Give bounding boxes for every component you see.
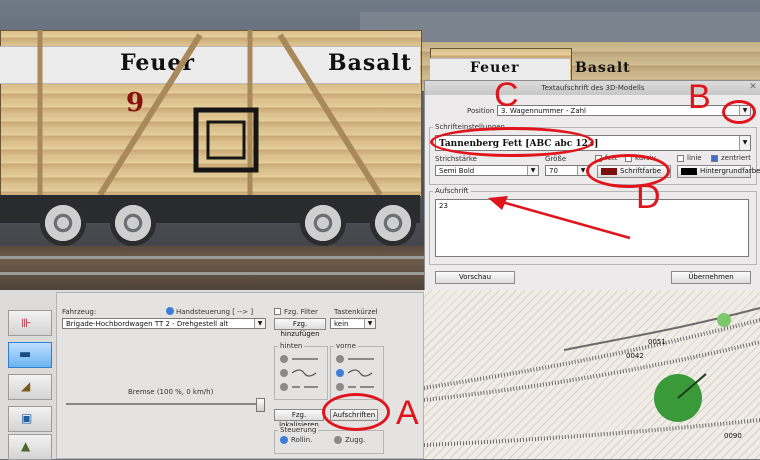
manual-control-radio[interactable] <box>166 307 174 315</box>
filter-checkbox[interactable] <box>274 308 281 315</box>
background-color-button[interactable]: Hintergrundfarbe <box>677 165 760 178</box>
sidebar-track-tool[interactable]: ⊪ <box>8 310 52 336</box>
wheel <box>370 200 416 246</box>
size-select[interactable]: 70 ▼ <box>545 165 589 176</box>
chevron-down-icon[interactable]: ▼ <box>364 319 375 328</box>
wheel <box>110 200 156 246</box>
wheel <box>40 200 86 246</box>
annotation-arrow <box>488 196 631 240</box>
annotation-ellipse-font <box>430 127 594 157</box>
track-map[interactable]: 0051 0042 0090 <box>424 290 760 459</box>
style-select[interactable]: Semi Bold ▼ <box>435 165 539 176</box>
chevron-down-icon[interactable]: ▼ <box>527 166 538 175</box>
filter-label: Fzg. Filter <box>284 308 318 316</box>
vehicle-select-value: Brigade-Hochbordwagen TT 2 - Drehgestell… <box>66 320 229 328</box>
style-label: Strichstärke <box>435 155 477 163</box>
key-label: Tastenkürzel <box>334 308 378 316</box>
sidebar-signal-tool[interactable]: ▣ <box>8 406 52 432</box>
rear-group-label: hinten <box>278 342 305 350</box>
sidebar-landscape-tool[interactable]: ▲ <box>8 434 52 460</box>
vehicle-label: Fahrzeug: <box>62 308 97 316</box>
background-color-label: Hintergrundfarbe <box>700 167 760 175</box>
annotation-ellipse-dropdown <box>722 100 756 124</box>
locate-vehicle-button[interactable]: Fzg. lokalisieren <box>274 409 324 429</box>
second-wagon-text-left: Feuer <box>470 60 520 76</box>
train-radio[interactable] <box>334 436 342 444</box>
map-label: 0042 <box>626 352 644 360</box>
coupling-options[interactable] <box>276 352 380 396</box>
inscription-label: Aufschrift <box>433 187 471 195</box>
map-label: 0051 <box>648 338 666 346</box>
center-checkbox[interactable] <box>711 155 718 162</box>
annotation-letter-c: C <box>494 76 519 114</box>
position-select[interactable]: 3. Wagennummer - Zahl ▼ <box>497 105 751 116</box>
vehicle-select[interactable]: Brigade-Hochbordwagen TT 2 - Drehgestell… <box>62 318 266 329</box>
size-select-value: 70 <box>549 167 558 175</box>
track-icon: ⊪ <box>21 316 32 330</box>
sidebar-crane-tool[interactable]: ◢ <box>8 374 52 400</box>
sidebar-vehicle-tool[interactable]: ▬ <box>8 342 52 368</box>
position-label: Position <box>467 107 495 115</box>
line-label: linie <box>687 154 702 162</box>
locomotive-icon: ▬ <box>19 347 32 362</box>
annotation-letter-b: B <box>688 78 711 116</box>
style-select-value: Semi Bold <box>439 167 475 175</box>
signal-icon: ▣ <box>21 411 33 425</box>
size-label: Größe <box>545 155 567 163</box>
annotation-letter-a: A <box>396 394 419 432</box>
preview-button[interactable]: Vorschau <box>435 271 515 284</box>
close-icon[interactable]: ✕ <box>748 82 758 93</box>
control-group-label: Steuerung <box>278 426 319 434</box>
background-color-swatch <box>681 168 697 175</box>
add-vehicle-button[interactable]: Fzg. hinzufügen <box>274 318 326 338</box>
train-label: Zugg. <box>345 436 366 444</box>
manual-control-label: Handsteuerung [ --> ] <box>176 308 254 316</box>
key-select-value: kein <box>334 320 349 328</box>
key-select[interactable]: kein ▼ <box>330 318 376 329</box>
crane-icon: ◢ <box>21 379 31 393</box>
front-group-label: vorne <box>334 342 358 350</box>
apply-button[interactable]: Übernehmen <box>671 271 751 284</box>
track-plan <box>424 307 760 447</box>
line-checkbox[interactable] <box>677 155 684 162</box>
wheel <box>300 200 346 246</box>
second-wagon-text-right: Basalt <box>575 60 631 76</box>
brake-slider-handle[interactable] <box>256 398 265 412</box>
tool-sidebar: ⊪ ▬ ◢ ▣ ▲ <box>4 292 58 460</box>
chevron-down-icon[interactable]: ▼ <box>739 136 750 150</box>
brake-slider-track[interactable] <box>66 403 264 405</box>
landscape-icon: ▲ <box>21 439 31 453</box>
map-label: 0090 <box>724 432 742 440</box>
rolling-label: Rollin. <box>291 436 313 444</box>
center-label: zentriert <box>721 154 751 162</box>
wagon-bracing <box>37 30 383 195</box>
chevron-down-icon[interactable]: ▼ <box>254 319 265 328</box>
brake-label: Bremse (100 %, 0 km/h) <box>128 388 214 396</box>
annotation-ellipse-inscriptions <box>322 393 390 431</box>
rolling-radio[interactable] <box>280 436 288 444</box>
